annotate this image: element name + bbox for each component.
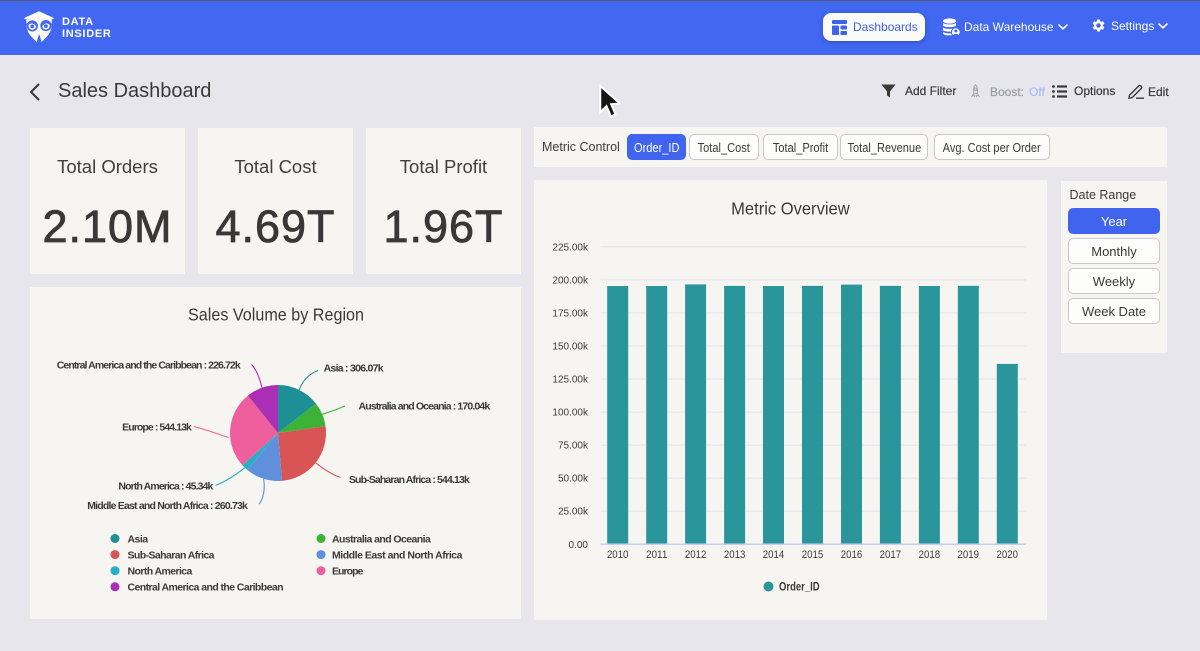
svg-text:2012: 2012 — [685, 549, 707, 561]
svg-text:2013: 2013 — [724, 549, 746, 561]
svg-text:Australia and Oceania: Australia and Oceania — [332, 533, 431, 545]
svg-text:2016: 2016 — [841, 549, 863, 561]
svg-text:25.00k: 25.00k — [558, 507, 589, 518]
svg-text:150.00k: 150.00k — [552, 341, 589, 352]
svg-text:100.00k: 100.00k — [552, 408, 589, 419]
svg-text:Order_ID: Order_ID — [779, 582, 820, 594]
svg-text:Europe : 544.13k: Europe : 544.13k — [122, 421, 192, 433]
svg-text:2015: 2015 — [802, 549, 824, 561]
svg-text:2014: 2014 — [763, 549, 785, 561]
svg-text:Sub-Saharan Africa: Sub-Saharan Africa — [128, 549, 215, 561]
svg-text:Sales Volume by Region: Sales Volume by Region — [188, 305, 364, 325]
svg-text:Metric Overview: Metric Overview — [731, 198, 850, 218]
svg-text:175.00k: 175.00k — [552, 308, 589, 319]
svg-text:75.00k: 75.00k — [558, 441, 589, 452]
svg-text:North America : 45.34k: North America : 45.34k — [118, 481, 213, 493]
svg-text:0.00: 0.00 — [569, 540, 589, 551]
svg-text:Australia and Oceania : 170.04: Australia and Oceania : 170.04k — [359, 401, 491, 413]
svg-text:Asia: Asia — [128, 533, 149, 545]
svg-text:Middle East and North Africa :: Middle East and North Africa : 260.73k — [87, 500, 248, 512]
svg-text:Asia : 306.07k: Asia : 306.07k — [324, 362, 384, 374]
svg-text:Central America and the Caribb: Central America and the Caribbean : 226.… — [57, 360, 241, 372]
svg-text:2019: 2019 — [958, 549, 980, 561]
svg-text:2018: 2018 — [919, 549, 941, 561]
svg-text:200.00k: 200.00k — [552, 275, 589, 286]
svg-text:Middle East and North Africa: Middle East and North Africa — [332, 549, 463, 561]
svg-text:225.00k: 225.00k — [552, 242, 589, 253]
svg-text:Sub-Saharan Africa : 544.13k: Sub-Saharan Africa : 544.13k — [349, 474, 470, 486]
svg-text:2010: 2010 — [607, 549, 629, 561]
svg-text:50.00k: 50.00k — [558, 474, 589, 485]
svg-text:North America: North America — [128, 566, 193, 578]
svg-text:Central America and the Caribb: Central America and the Caribbean — [128, 582, 284, 594]
svg-text:Europe: Europe — [332, 566, 364, 578]
svg-text:2020: 2020 — [997, 549, 1019, 561]
svg-text:2017: 2017 — [880, 549, 902, 561]
svg-text:125.00k: 125.00k — [552, 375, 589, 386]
svg-text:2011: 2011 — [646, 549, 668, 561]
